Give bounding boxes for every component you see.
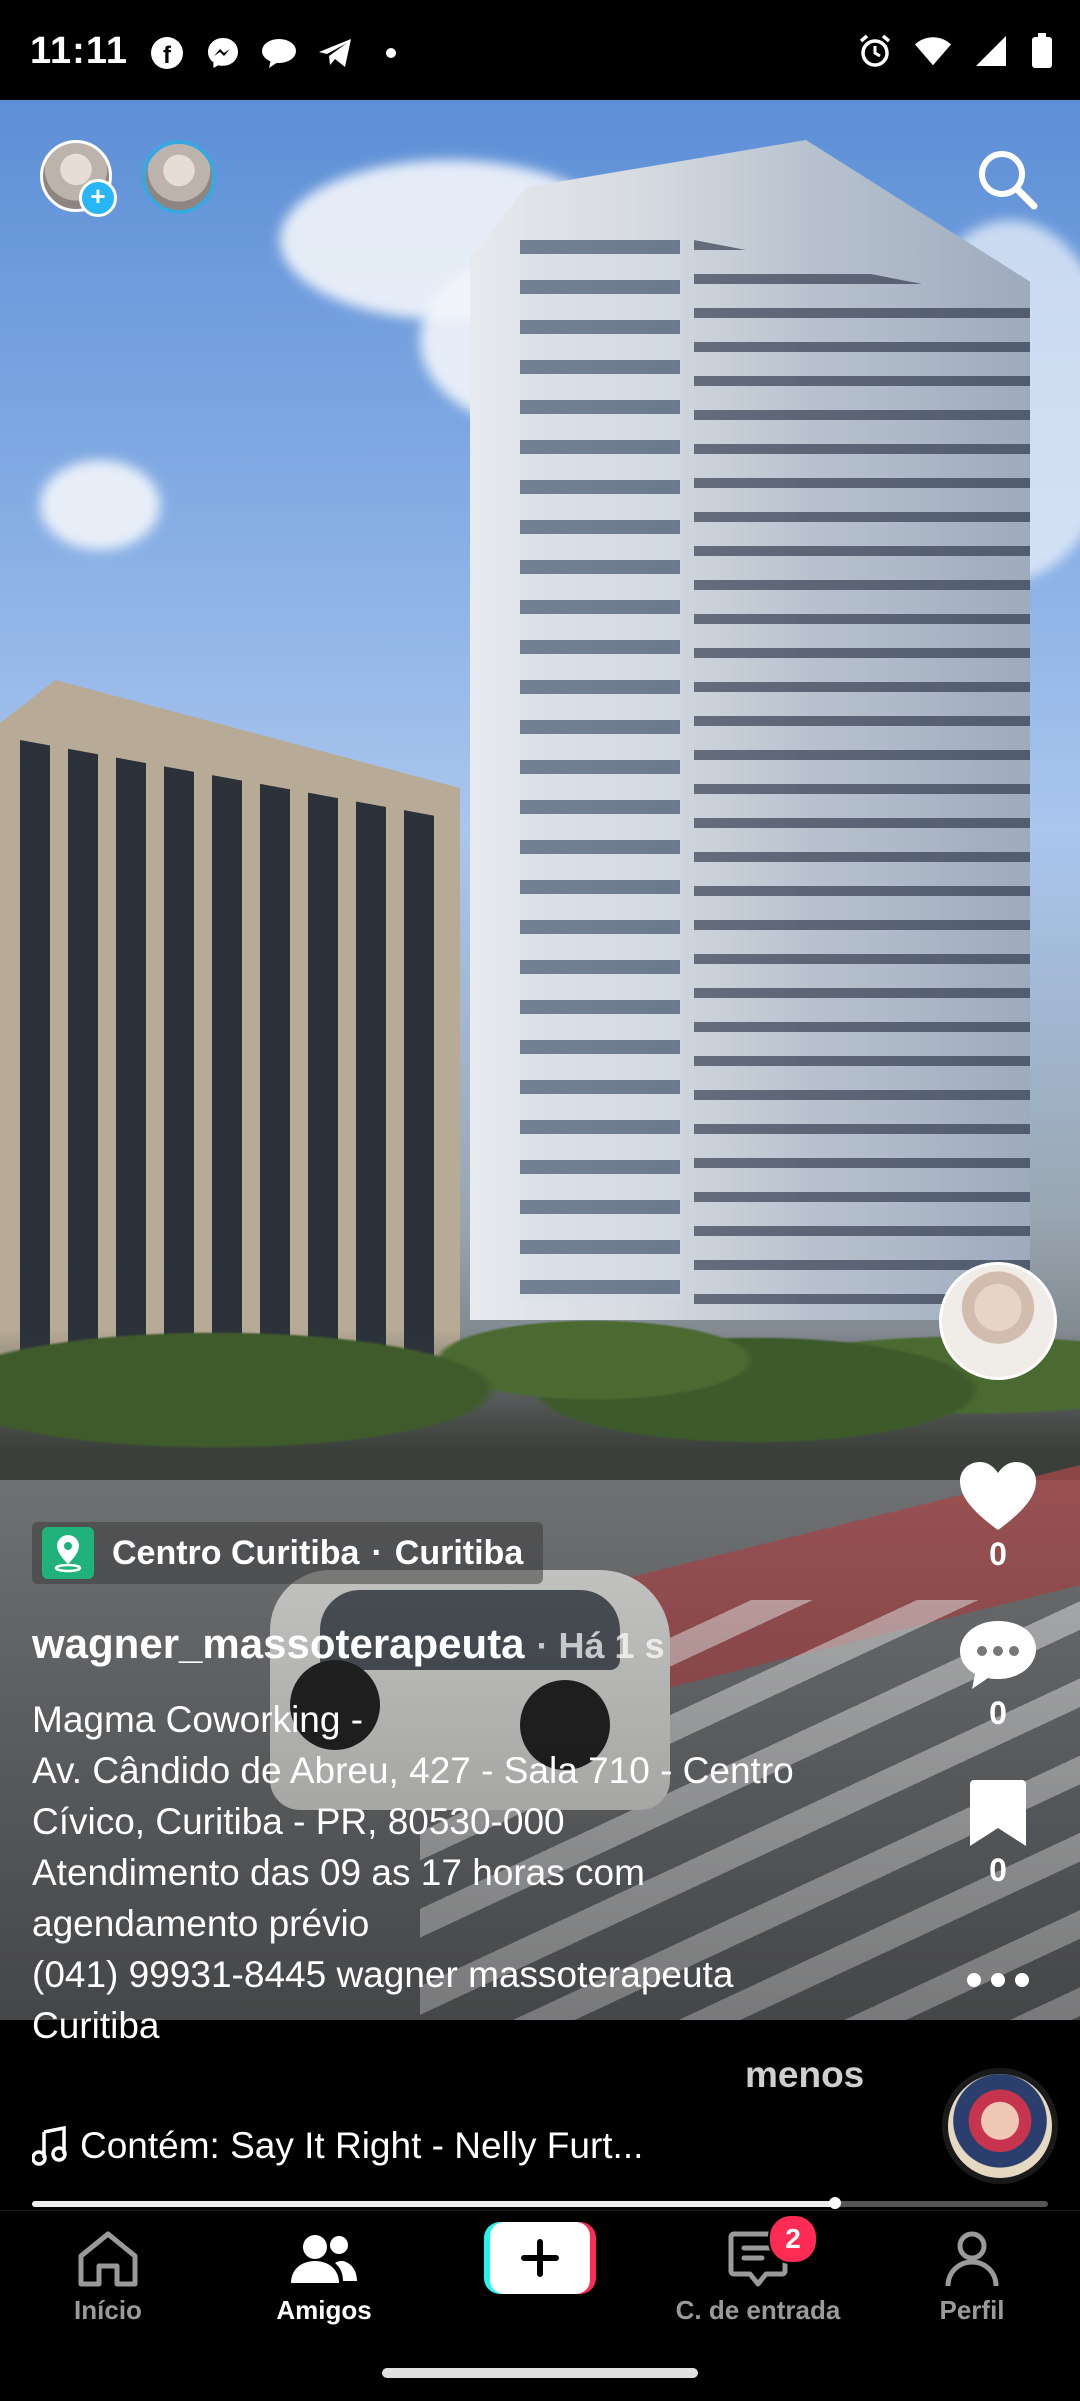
status-bar: 11:11 f (0, 0, 1080, 100)
save-count: 0 (989, 1852, 1007, 1888)
status-time: 11:11 (30, 30, 128, 72)
author-username[interactable]: wagner_massoterapeuta (32, 1620, 525, 1668)
creator-avatar[interactable] (939, 1262, 1057, 1380)
bookmark-icon (970, 1780, 1026, 1846)
more-dots-icon (967, 1973, 1029, 1987)
location-pin-icon (42, 1527, 94, 1579)
add-story-icon[interactable]: + (79, 179, 117, 217)
facebook-icon: f (148, 36, 186, 70)
location-pill[interactable]: Centro Curitiba · Curitiba (32, 1522, 544, 1584)
show-less-button[interactable]: menos (745, 2054, 864, 2096)
caption-line: Atendimento das 09 as 17 horas com (32, 1852, 645, 1893)
notification-icons: f (148, 36, 410, 70)
alarm-icon (856, 34, 894, 68)
heart-icon (960, 1462, 1036, 1530)
music-title: Contém: Say It Right - Nelly Furt... (80, 2125, 644, 2166)
dot-icon (372, 36, 410, 70)
cloud (40, 460, 160, 550)
create-post-button[interactable] (484, 2222, 596, 2294)
search-icon (979, 151, 1038, 210)
home-indicator[interactable] (382, 2368, 698, 2378)
caption: Magma Coworking - Av. Cândido de Abreu, … (32, 1694, 892, 2051)
caption-line: agendamento prévio (32, 1903, 370, 1944)
profile-icon (936, 2223, 1008, 2295)
save-action[interactable]: 0 (968, 1778, 1028, 1889)
location-name: Centro Curitiba (112, 1533, 360, 1572)
chat-bubble-icon (260, 36, 298, 70)
friends-icon (288, 2223, 360, 2295)
video-progress-bar[interactable] (32, 2197, 1048, 2209)
location-city: Curitiba (394, 1533, 524, 1572)
caption-line: Av. Cândido de Abreu, 427 - Sala 710 - C… (32, 1750, 794, 1791)
home-icon (72, 2223, 144, 2295)
signal-icon (972, 34, 1010, 68)
battery-icon (1030, 33, 1054, 68)
nav-friends[interactable]: Amigos (224, 2223, 424, 2326)
comment-count: 0 (989, 1695, 1007, 1731)
caption-line: (041) 99931-8445 wagner massoterapeuta (32, 1954, 734, 1995)
music-row[interactable]: Contém: Say It Right - Nelly Furt... (32, 2125, 643, 2167)
telegram-icon (316, 36, 354, 70)
tower-windows (520, 240, 680, 1300)
inbox-badge: 2 (768, 2214, 818, 2264)
nav-inbox-label: C. de entrada (675, 2295, 841, 2325)
nav-home-label: Início (74, 2295, 142, 2325)
comment-action[interactable]: 0 (958, 1619, 1038, 1732)
video-progress-knob[interactable] (828, 2197, 841, 2209)
nav-home[interactable]: Início (8, 2223, 208, 2326)
caption-line: Curitiba (32, 2005, 160, 2046)
svg-text:f: f (163, 42, 172, 69)
plus-icon (490, 2222, 590, 2294)
video-progress-fill (32, 2201, 835, 2207)
friend-story-avatar[interactable] (142, 140, 216, 214)
palm-trees (0, 1210, 1080, 1510)
post-time: · Há 1 s (536, 1625, 665, 1666)
music-disc[interactable] (942, 2068, 1058, 2184)
like-count: 0 (989, 1536, 1007, 1572)
nav-friends-label: Amigos (276, 2295, 372, 2325)
action-rail: 0 0 0 (938, 1262, 1058, 2000)
location-separator: · (371, 1533, 383, 1572)
music-note-icon (32, 2126, 67, 2166)
messenger-icon (204, 36, 242, 70)
comment-icon (960, 1621, 1036, 1689)
search-button[interactable] (974, 146, 1040, 212)
system-icons (856, 33, 1054, 68)
like-action[interactable]: 0 (958, 1460, 1038, 1573)
author-row: wagner_massoterapeuta · Há 1 s (32, 1620, 665, 1668)
my-story-avatar[interactable]: + (40, 140, 117, 217)
caption-line: Cívico, Curitiba - PR, 80530-000 (32, 1801, 565, 1842)
top-avatars: + (40, 140, 216, 217)
caption-line: Magma Coworking - (32, 1699, 364, 1740)
nav-profile[interactable]: Perfil (872, 2223, 1072, 2326)
nav-inbox[interactable]: C. de entrada (658, 2223, 858, 2326)
wifi-icon (914, 34, 952, 68)
nav-profile-label: Perfil (939, 2295, 1005, 2325)
more-options-button[interactable] (966, 1945, 1030, 2000)
